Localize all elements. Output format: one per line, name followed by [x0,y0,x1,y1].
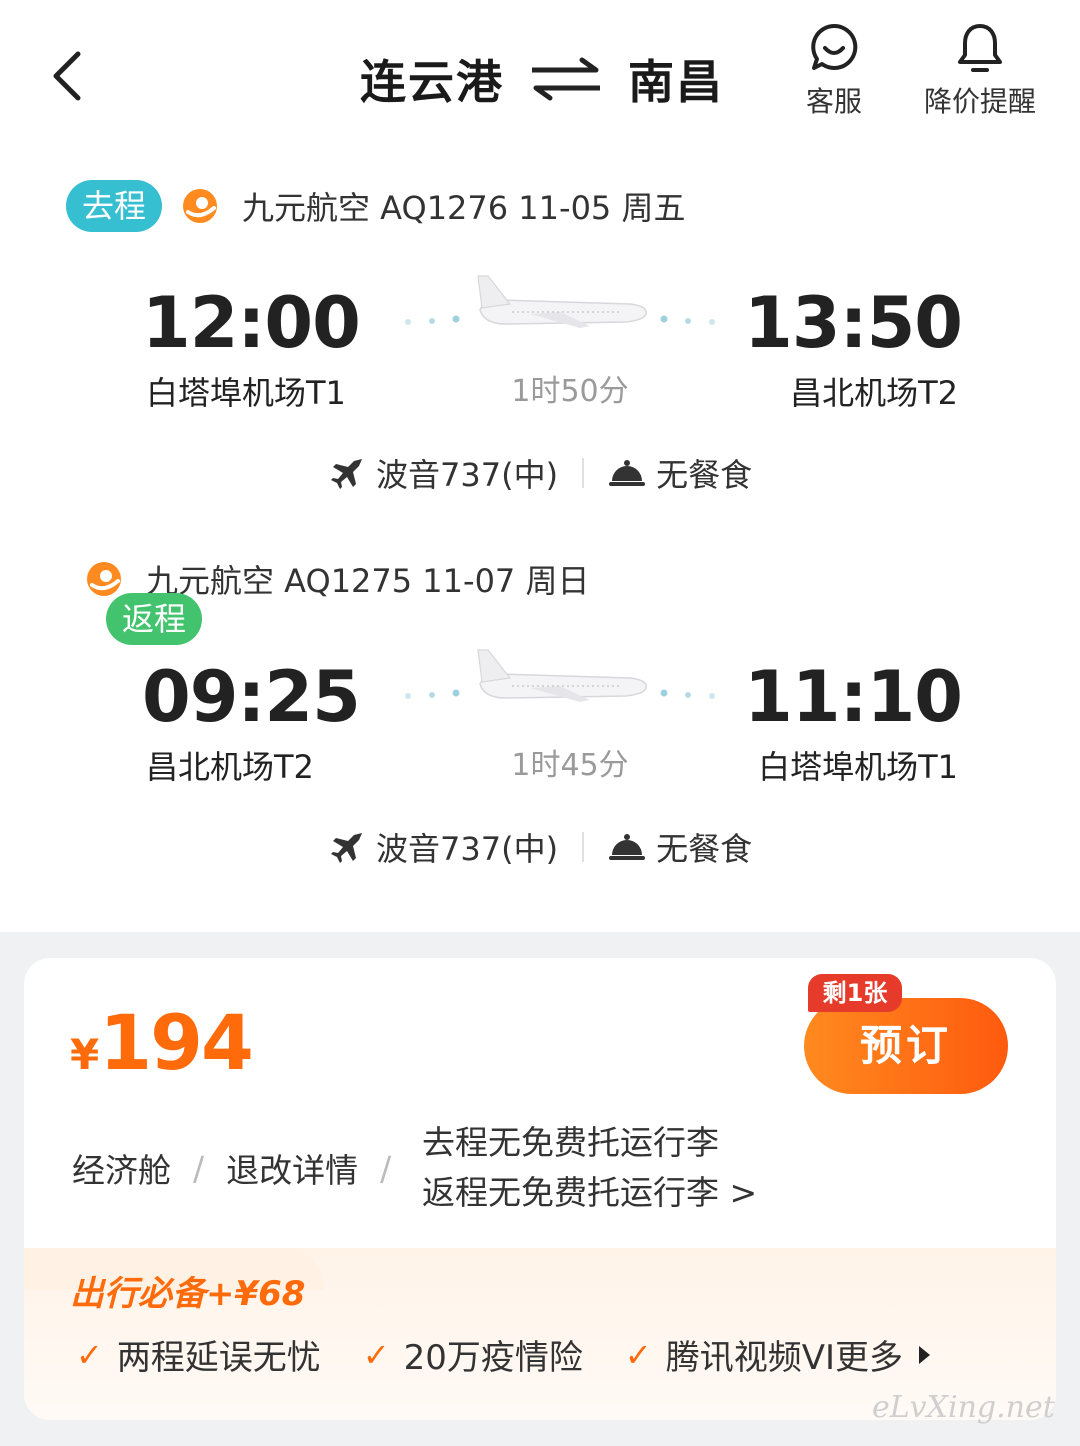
currency-symbol: ¥ [70,1030,100,1079]
return-tag: 返程 [106,593,202,645]
to-city: 南昌 [628,55,724,109]
airline-logo-icon [183,189,217,223]
addon-item-label: 两程延误无忧 [116,1338,321,1378]
return-flight-info: 九元航空 AQ1275 11-07 周日 [146,562,590,600]
outbound-meal: 无餐食 [656,456,753,494]
addon-item: ✓ 20万疫情险 [363,1330,583,1379]
return-header: 返程 九元航空 AQ1275 11-07 周日 [66,553,590,645]
airline-logo-icon [87,562,121,596]
price-alert-label: 降价提醒 [924,85,1037,118]
airplane-icon [405,649,715,702]
check-icon: ✓ [76,1335,103,1374]
back-arrow-icon[interactable] [40,40,100,110]
price-alert-button[interactable]: 降价提醒 [924,20,1036,120]
chat-smile-icon [811,23,858,70]
return-meal: 无餐食 [656,830,753,868]
fare-card: ¥194 预订 剩1张 经济舱 / 退改详情 / 去程无免费托运行李 返程无免费… [24,958,1056,1420]
meal-cloche-icon [609,834,646,860]
route-title: 连云港 南昌 [360,44,730,114]
outbound-departure-time: 12:00 [142,282,361,364]
outbound-flight-info: 九元航空 AQ1276 11-05 周五 [242,189,686,227]
airplane-icon [405,275,715,328]
top-bar: 连云港 南昌 客服 降价提醒 [0,0,1080,150]
outbound-duration: 1时50分 [511,374,629,409]
divider [582,458,585,488]
plane-small-icon [331,459,362,489]
outbound-arrival-time: 13:50 [744,282,963,364]
triangle-right-icon [919,1345,930,1364]
outbound-tag: 去程 [66,180,162,232]
check-icon: ✓ [362,1335,390,1374]
return-meta: 波音737(中) 无餐食 [330,827,753,868]
return-departure-time: 09:25 [142,656,361,738]
addon-item-label: 腾讯视频VI [665,1338,835,1378]
check-icon: ✓ [624,1335,652,1374]
separator: / [193,1148,205,1188]
divider [582,832,585,862]
addon-more-link[interactable]: 更多 [835,1330,903,1379]
outbound-meta: 波音737(中) 无餐食 [330,453,753,494]
addon-item: ✓ 两程延误无忧 [76,1330,321,1379]
swap-route-icon[interactable] [526,54,606,104]
cabin-class: 经济舱 [72,1151,171,1190]
addon-items: ✓ 两程延误无忧 ✓ 20万疫情险 ✓ 腾讯视频VI 更多 [76,1330,930,1379]
bell-icon [958,24,1002,72]
plane-small-icon [331,833,362,863]
fare-price: ¥194 [70,998,254,1087]
return-arrival-time: 11:10 [744,656,963,738]
watermark: eLvXing.net [872,1390,1055,1425]
outbound-aircraft: 波音737(中) [376,456,559,494]
customer-service-button[interactable]: 客服 [806,20,862,120]
addon-item-label: 20万疫情险 [403,1338,583,1378]
baggage-info-link[interactable]: 去程无免费托运行李 返程无免费托运行李 > [422,1118,757,1218]
fare-details-row: 经济舱 / 退改详情 / [72,1144,413,1192]
addon-item: ✓ 腾讯视频VI [625,1330,835,1379]
addon-title: 出行必备+¥68 [70,1274,306,1314]
refund-change-link[interactable]: 退改详情 [226,1144,358,1192]
from-city: 连云港 [360,55,504,109]
return-aircraft: 波音737(中) [376,830,559,868]
outbound-header: 去程 九元航空 AQ1276 11-05 周五 [66,180,685,232]
seats-left-badge: 剩1张 [808,974,902,1012]
customer-service-label: 客服 [806,85,863,118]
baggage-outbound: 去程无免费托运行李 [422,1123,719,1162]
baggage-return: 返程无免费托运行李 > [422,1173,758,1212]
separator: / [380,1148,392,1188]
meal-cloche-icon [609,460,646,486]
return-duration: 1时45分 [511,748,629,783]
price-value: 194 [99,998,254,1087]
book-button[interactable]: 预订 [804,998,1008,1094]
